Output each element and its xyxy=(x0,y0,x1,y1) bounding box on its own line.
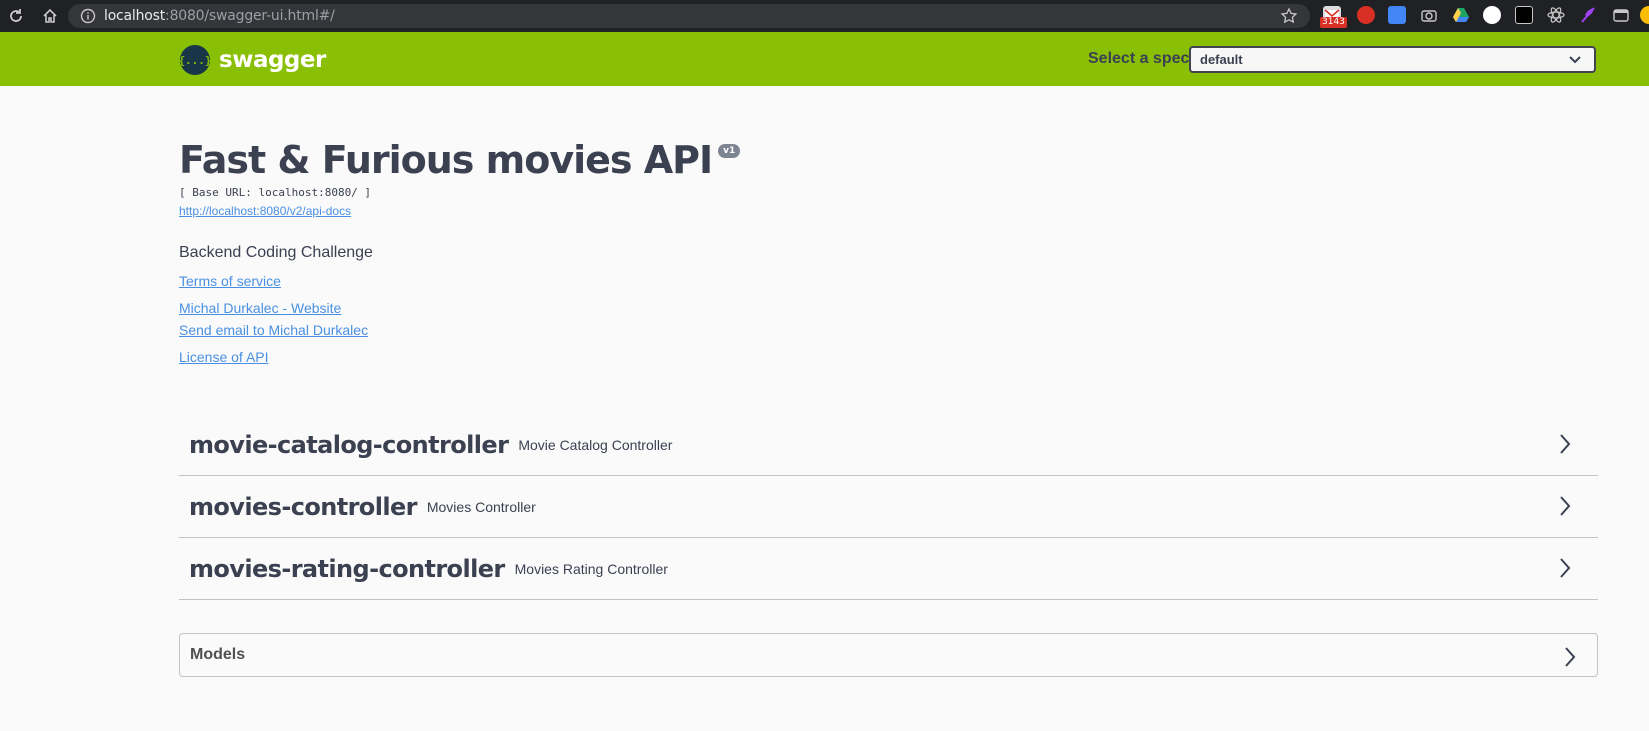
swagger-logo-text: swagger xyxy=(219,47,326,73)
chevron-down-icon xyxy=(1569,56,1581,64)
drive-extension-icon[interactable] xyxy=(1452,6,1470,24)
chevron-right-icon[interactable] xyxy=(1558,557,1572,579)
window-extension-icon[interactable] xyxy=(1612,6,1630,24)
home-icon[interactable] xyxy=(40,6,60,26)
swagger-logo[interactable]: {...} swagger xyxy=(178,45,326,75)
chevron-right-icon[interactable] xyxy=(1558,433,1572,455)
bookmark-star-icon[interactable] xyxy=(1280,7,1298,25)
tag-movies-controller[interactable]: movies-controller Movies Controller xyxy=(179,477,1598,538)
license-link[interactable]: License of API xyxy=(179,349,269,365)
models-section[interactable]: Models xyxy=(179,633,1598,677)
reload-icon[interactable] xyxy=(6,6,26,26)
translate-extension-icon[interactable] xyxy=(1388,6,1406,24)
api-docs-link[interactable]: http://localhost:8080/v2/api-docs xyxy=(179,204,351,218)
api-title: Fast & Furious movies API xyxy=(179,138,713,182)
tag-description: Movie Catalog Controller xyxy=(518,437,673,453)
tag-name: movie-catalog-controller xyxy=(189,431,509,459)
swagger-logo-icon: {...} xyxy=(178,45,212,75)
website-link[interactable]: Michal Durkalec - Website xyxy=(179,300,341,316)
tag-name: movies-rating-controller xyxy=(189,555,505,583)
adblock-extension-icon[interactable] xyxy=(1357,6,1375,24)
api-info: Fast & Furious movies API v1 [ Base URL:… xyxy=(179,138,741,365)
info-icon[interactable] xyxy=(80,8,96,24)
spec-select[interactable]: default xyxy=(1189,46,1596,73)
page-title: Fast & Furious movies API v1 xyxy=(179,138,741,182)
address-bar[interactable]: localhost:8080/swagger-ui.html#/ xyxy=(68,4,1310,28)
base-url: [ Base URL: localhost:8080/ ] xyxy=(179,186,372,199)
tag-description: Movies Controller xyxy=(426,499,536,515)
tag-movie-catalog-controller[interactable]: movie-catalog-controller Movie Catalog C… xyxy=(179,415,1598,476)
chevron-right-icon[interactable] xyxy=(1558,495,1572,517)
jetbrains-extension-icon[interactable] xyxy=(1515,6,1533,24)
terms-of-service-link[interactable]: Terms of service xyxy=(179,273,281,289)
camera-extension-icon[interactable] xyxy=(1420,6,1438,24)
url-text: localhost:8080/swagger-ui.html#/ xyxy=(104,8,335,24)
version-badge: v1 xyxy=(718,144,741,158)
react-devtools-icon[interactable] xyxy=(1547,6,1565,24)
mail-count-badge: 3143 xyxy=(1320,17,1347,28)
tag-movies-rating-controller[interactable]: movies-rating-controller Movies Rating C… xyxy=(179,539,1598,600)
profile-avatar-icon[interactable] xyxy=(1640,6,1649,24)
models-label: Models xyxy=(190,646,246,663)
spec-select-value: default xyxy=(1200,52,1243,67)
chevron-right-icon[interactable] xyxy=(1563,646,1577,668)
extension-icon[interactable] xyxy=(1483,6,1501,24)
tag-description: Movies Rating Controller xyxy=(514,561,668,577)
spec-select-label: Select a spec xyxy=(1088,50,1190,67)
browser-toolbar: localhost:8080/swagger-ui.html#/ 3143 xyxy=(0,0,1649,32)
tag-name: movies-controller xyxy=(189,493,417,521)
contact-email-link[interactable]: Send email to Michal Durkalec xyxy=(179,322,368,338)
feather-extension-icon[interactable] xyxy=(1579,6,1597,24)
api-description: Backend Coding Challenge xyxy=(179,244,373,261)
